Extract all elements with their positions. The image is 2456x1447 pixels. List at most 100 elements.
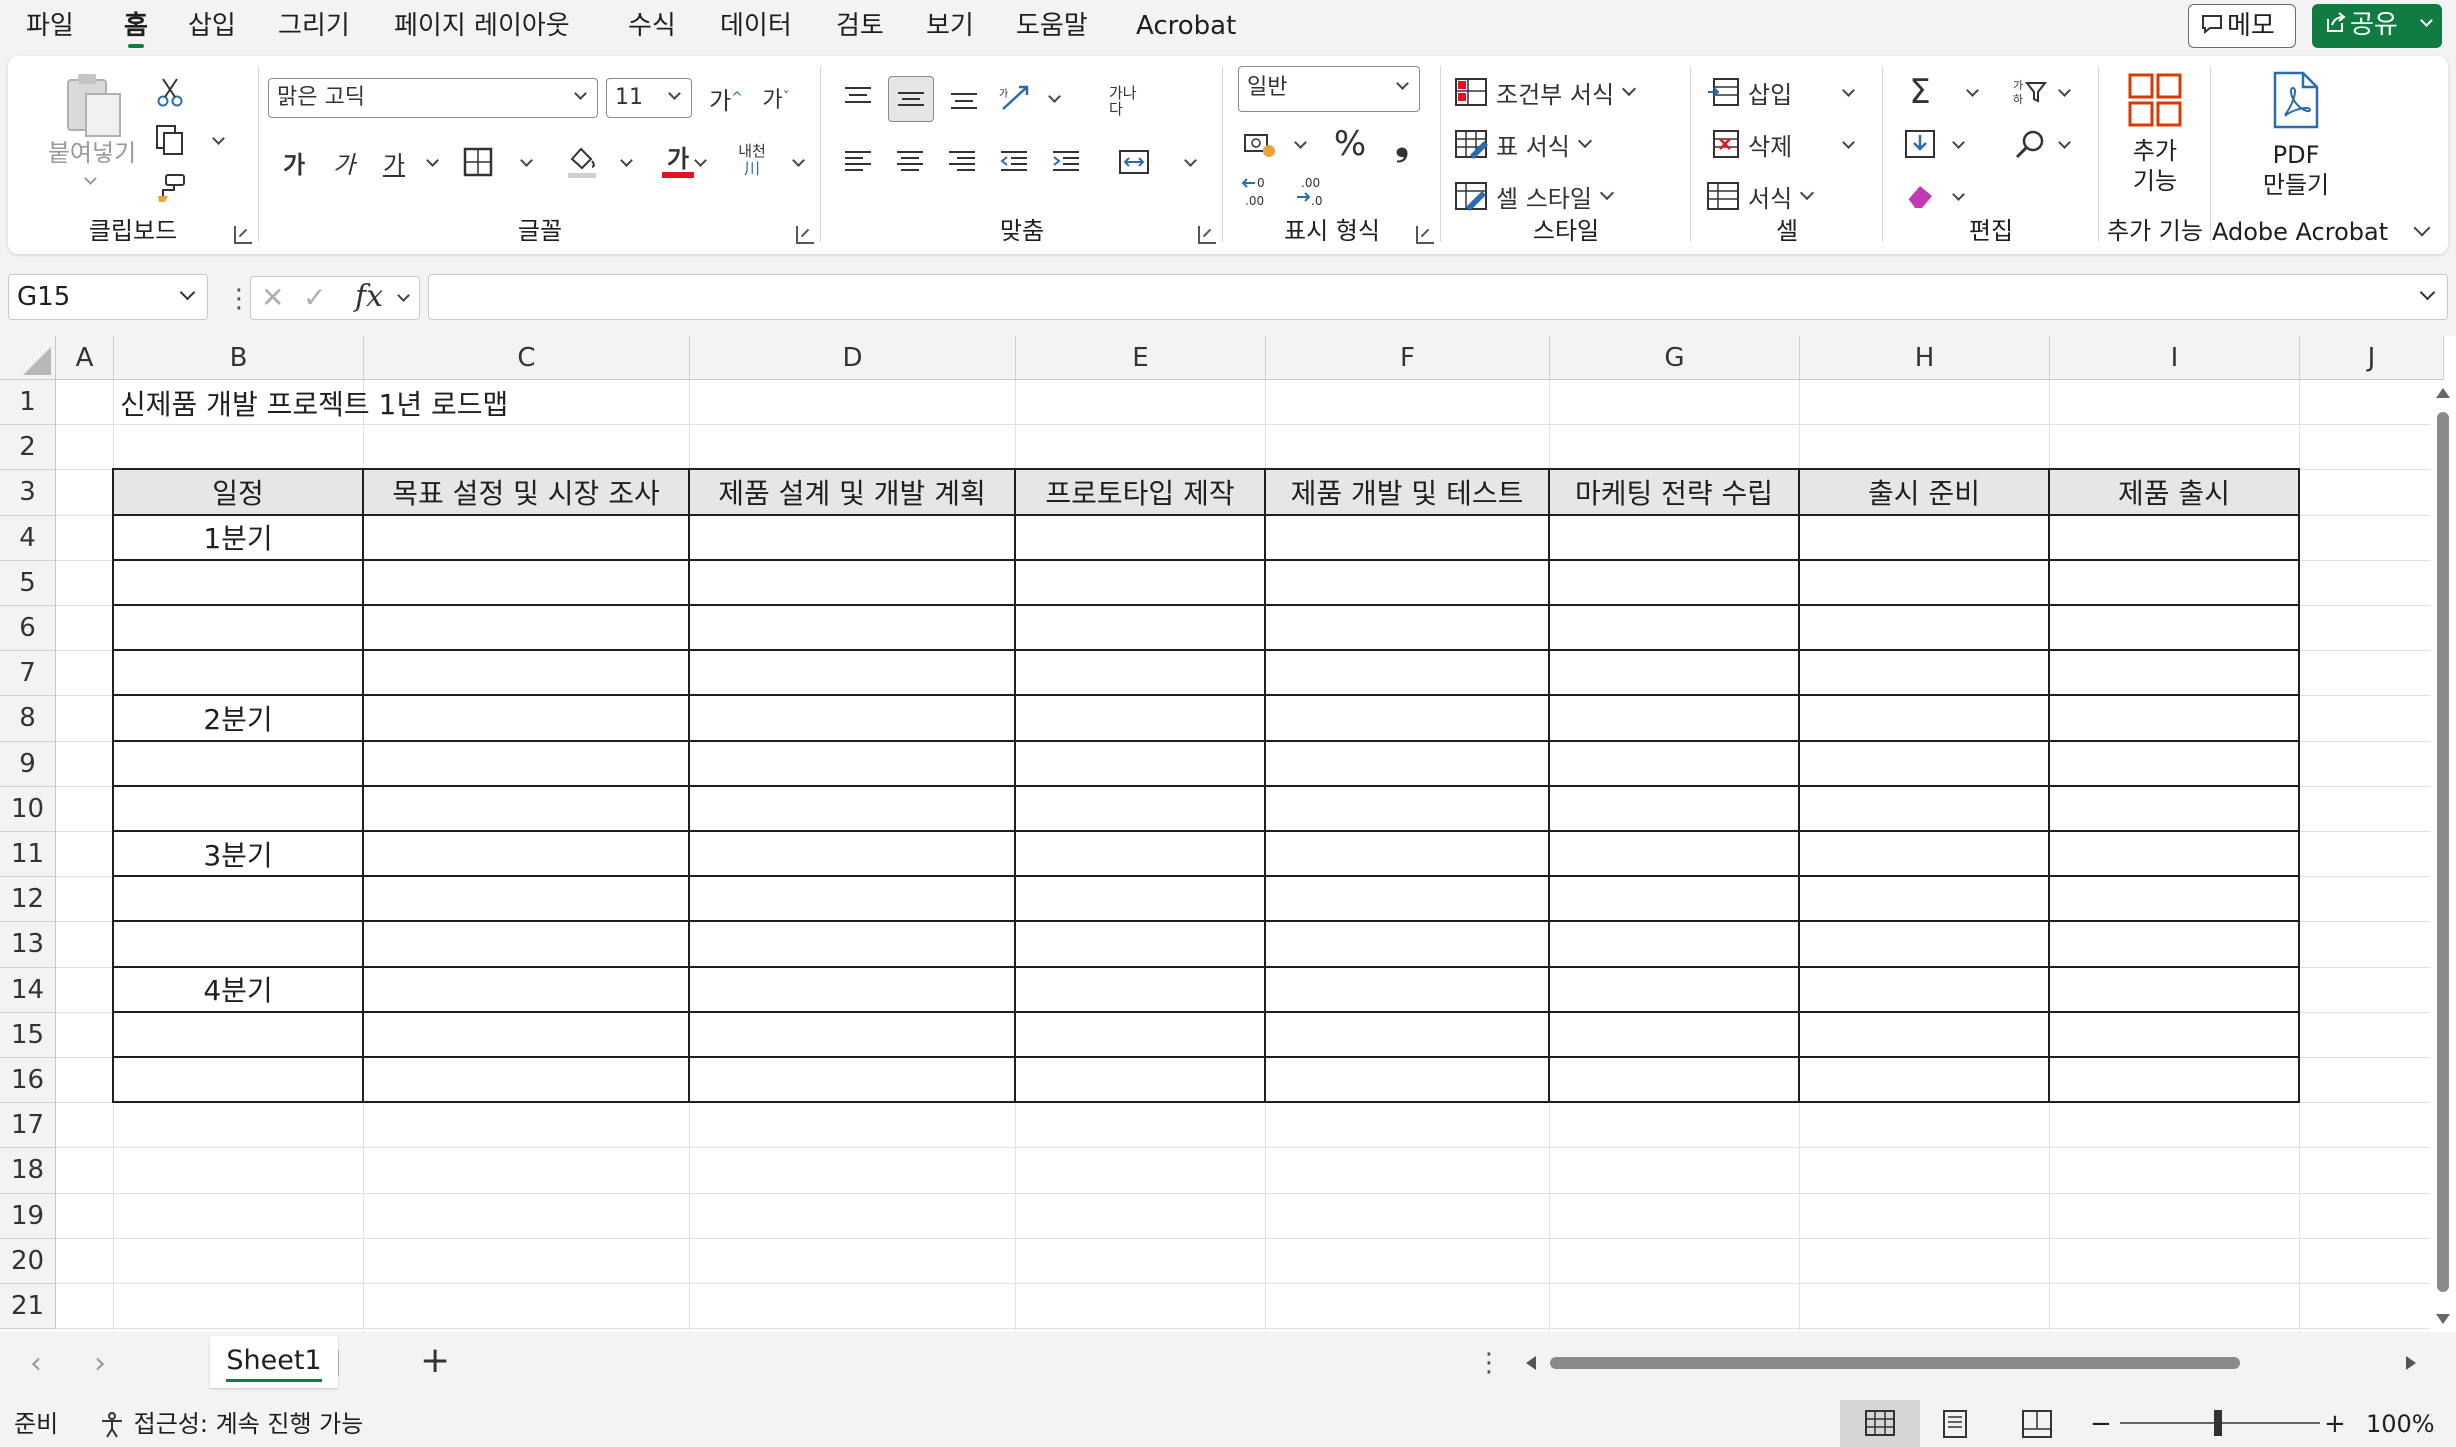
table-cell[interactable] xyxy=(1800,922,2050,968)
table-cell[interactable] xyxy=(1550,741,1800,787)
table-cell[interactable] xyxy=(1800,560,2050,606)
table-cell[interactable] xyxy=(1550,606,1800,652)
cancel-icon[interactable]: ✕ xyxy=(261,281,284,314)
scroll-left-icon[interactable] xyxy=(1526,1356,1536,1370)
chevron-down-icon[interactable] xyxy=(1294,136,1307,149)
align-middle-button[interactable] xyxy=(888,76,934,122)
table-cell[interactable] xyxy=(1800,1012,2050,1058)
table-cell[interactable] xyxy=(690,922,1016,968)
formula-input[interactable] xyxy=(428,274,2448,320)
table-cell[interactable] xyxy=(690,696,1016,742)
row-header-7[interactable]: 7 xyxy=(0,651,56,697)
table-cell[interactable] xyxy=(1266,696,1550,742)
select-all-corner[interactable] xyxy=(0,336,56,380)
percent-button[interactable]: % xyxy=(1328,122,1372,166)
row-header-18[interactable]: 18 xyxy=(0,1148,56,1194)
font-color-button[interactable]: 가 xyxy=(656,136,700,180)
comma-style-button[interactable]: ❟ xyxy=(1380,122,1424,166)
table-cell[interactable] xyxy=(690,967,1016,1013)
table-cell[interactable] xyxy=(690,560,1016,606)
row-header-19[interactable]: 19 xyxy=(0,1193,56,1239)
tab-formulas[interactable]: 수식 xyxy=(628,8,676,44)
scroll-down-icon[interactable] xyxy=(2436,1314,2450,1324)
table-cell[interactable] xyxy=(364,651,690,697)
table-cell[interactable] xyxy=(1016,877,1266,923)
table-cell[interactable] xyxy=(1016,967,1266,1013)
font-launcher-icon[interactable] xyxy=(796,226,814,244)
table-cell[interactable] xyxy=(2050,877,2300,923)
quarter-label-cell[interactable]: 4분기 xyxy=(114,967,364,1013)
expand-formula-icon[interactable] xyxy=(2419,284,2436,301)
scroll-right-icon[interactable] xyxy=(2406,1356,2416,1370)
increase-indent-button[interactable] xyxy=(1044,140,1088,184)
table-cell[interactable] xyxy=(2050,967,2300,1013)
table-cell[interactable] xyxy=(364,922,690,968)
table-cell[interactable] xyxy=(1800,1058,2050,1104)
table-cell[interactable] xyxy=(2050,606,2300,652)
table-cell[interactable] xyxy=(1266,922,1550,968)
increase-font-button[interactable]: 가 ^ xyxy=(704,78,748,118)
column-header-h[interactable]: H xyxy=(1800,336,2050,380)
chevron-down-icon[interactable] xyxy=(792,154,805,167)
table-cell[interactable] xyxy=(364,877,690,923)
zoom-in-button[interactable]: + xyxy=(2324,1408,2346,1440)
table-cell[interactable] xyxy=(364,832,690,878)
table-cell[interactable] xyxy=(1266,877,1550,923)
table-cell[interactable] xyxy=(1800,515,2050,561)
table-cell[interactable] xyxy=(114,922,364,968)
tab-data[interactable]: 데이터 xyxy=(720,8,792,44)
italic-button[interactable]: 가 xyxy=(324,140,364,184)
decrease-decimal-icon-button[interactable]: .00.0 xyxy=(1290,170,1334,214)
row-header-12[interactable]: 12 xyxy=(0,877,56,923)
normal-view-button[interactable] xyxy=(1840,1400,1920,1447)
table-cell[interactable] xyxy=(1266,1058,1550,1104)
insert-function-icon[interactable]: fx xyxy=(355,279,383,314)
column-header-g[interactable]: G xyxy=(1550,336,1800,380)
table-cell[interactable] xyxy=(1800,832,2050,878)
column-header-c[interactable]: C xyxy=(364,336,690,380)
enter-icon[interactable]: ✓ xyxy=(303,281,326,314)
add-sheet-button[interactable]: + xyxy=(420,1340,450,1381)
chevron-down-icon[interactable] xyxy=(1842,84,1855,97)
row-header-11[interactable]: 11 xyxy=(0,832,56,878)
table-cell[interactable] xyxy=(1550,922,1800,968)
decrease-indent-button[interactable] xyxy=(992,140,1036,184)
chevron-down-icon[interactable] xyxy=(1952,188,1965,201)
table-cell[interactable] xyxy=(1800,606,2050,652)
table-cell[interactable] xyxy=(364,515,690,561)
table-header-cell[interactable]: 일정 xyxy=(114,470,364,516)
table-cell[interactable] xyxy=(1016,786,1266,832)
table-cell[interactable] xyxy=(2050,696,2300,742)
more-options-icon[interactable]: ⋮ xyxy=(1476,1348,1502,1378)
column-header-i[interactable]: I xyxy=(2050,336,2300,380)
find-select-button[interactable] xyxy=(2008,122,2052,166)
table-cell[interactable] xyxy=(1016,832,1266,878)
row-header-20[interactable]: 20 xyxy=(0,1238,56,1284)
table-cell[interactable] xyxy=(2050,560,2300,606)
row-header-2[interactable]: 2 xyxy=(0,425,56,471)
align-top-button[interactable] xyxy=(836,76,880,120)
tab-file[interactable]: 파일 xyxy=(26,8,74,44)
table-cell[interactable] xyxy=(1800,696,2050,742)
table-cell[interactable] xyxy=(690,651,1016,697)
table-cell[interactable] xyxy=(1550,877,1800,923)
table-cell[interactable] xyxy=(1266,515,1550,561)
table-cell[interactable] xyxy=(1550,651,1800,697)
vertical-scrollbar[interactable] xyxy=(2430,380,2456,1332)
table-cell[interactable] xyxy=(690,1012,1016,1058)
row-header-6[interactable]: 6 xyxy=(0,606,56,652)
table-header-cell[interactable]: 마케팅 전략 수립 xyxy=(1550,470,1800,516)
cut-icon[interactable] xyxy=(148,70,192,114)
column-header-e[interactable]: E xyxy=(1016,336,1266,380)
zoom-out-button[interactable]: − xyxy=(2090,1408,2112,1440)
align-center-button[interactable] xyxy=(888,140,932,184)
chevron-down-icon[interactable] xyxy=(1952,136,1965,149)
font-size-dropdown[interactable]: 11 xyxy=(606,78,692,118)
table-header-cell[interactable]: 제품 개발 및 테스트 xyxy=(1266,470,1550,516)
row-header-13[interactable]: 13 xyxy=(0,922,56,968)
table-cell[interactable] xyxy=(364,696,690,742)
table-cell[interactable] xyxy=(1016,606,1266,652)
chevron-down-icon[interactable] xyxy=(620,154,633,167)
format-painter-icon[interactable] xyxy=(148,166,192,210)
table-cell[interactable] xyxy=(1550,967,1800,1013)
